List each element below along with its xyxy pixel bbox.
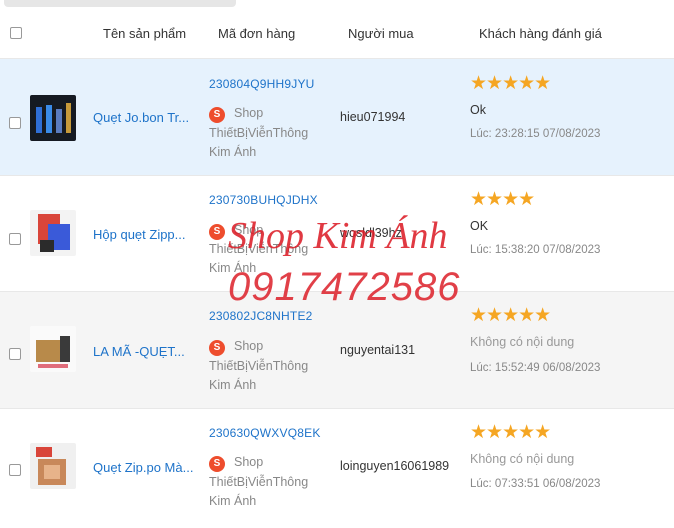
review-time: Lúc: 07:33:51 06/08/2023: [470, 478, 601, 490]
rating-stars: ★★★★★: [470, 73, 551, 94]
header-order-id: Mã đơn hàng: [218, 26, 296, 41]
shop-name-prefix: Shop: [234, 106, 264, 120]
product-thumbnail[interactable]: [30, 326, 76, 372]
rating-stars: ★★★★★: [470, 422, 551, 443]
shop-name-line: ThiếtBịViễnThông: [209, 475, 309, 489]
buyer-name: nguyentai131: [340, 343, 416, 357]
product-thumbnail[interactable]: [30, 210, 76, 256]
product-thumbnail[interactable]: [30, 95, 76, 141]
buyer-name: loinguyen16061989: [340, 459, 450, 473]
header-product-name: Tên sản phẩm: [103, 26, 187, 41]
select-all-checkbox[interactable]: [10, 27, 22, 39]
review-time: Lúc: 23:28:15 07/08/2023: [470, 128, 601, 140]
product-thumbnail[interactable]: [30, 443, 76, 489]
shop-bag-icon: S: [209, 340, 225, 356]
product-name-link[interactable]: Quẹt Zip.po Mà...: [93, 460, 193, 475]
shop-bag-icon: S: [209, 224, 225, 240]
table-header: Tên sản phẩm Mã đơn hàng Người mua Khách…: [0, 10, 674, 58]
review-comment: Không có nội dung: [470, 452, 575, 466]
product-name-link[interactable]: Hộp quẹt Zipp...: [93, 227, 186, 242]
shop-bag-icon: S: [209, 456, 225, 472]
product-image: [36, 447, 66, 485]
table-row[interactable]: LA MÃ -QUẸT... 230802JC8NHTE2 S Shop Thi…: [0, 291, 674, 408]
order-id-link[interactable]: 230730BUHQJDHX: [209, 193, 318, 207]
shop-name-line: ThiếtBịViễnThông: [209, 359, 309, 373]
product-image: [36, 336, 70, 368]
row-checkbox[interactable]: [9, 233, 21, 245]
buyer-name: wosldl39hz: [340, 226, 402, 240]
shop-name-line: Kim Ánh: [209, 145, 257, 159]
shop-name-line: Kim Ánh: [209, 378, 257, 392]
review-comment: OK: [470, 219, 489, 233]
shop-name-line: ThiếtBịViễnThông: [209, 126, 309, 140]
row-checkbox[interactable]: [9, 117, 21, 129]
order-id-link[interactable]: 230630QWXVQ8EK: [209, 426, 321, 440]
rating-stars: ★★★★: [470, 189, 535, 210]
order-id-link[interactable]: 230802JC8NHTE2: [209, 309, 313, 323]
table-row[interactable]: Quẹt Zip.po Mà... 230630QWXVQ8EK S Shop …: [0, 408, 674, 525]
order-id-link[interactable]: 230804Q9HH9JYU: [209, 77, 315, 91]
review-time: Lúc: 15:38:20 07/08/2023: [470, 244, 601, 256]
shop-name-prefix: Shop: [234, 455, 264, 469]
rating-stars: ★★★★★: [470, 305, 551, 326]
table-row[interactable]: Quẹt Jo.bon Tr... 230804Q9HH9JYU S Shop …: [0, 58, 674, 175]
review-comment: Không có nội dung: [470, 335, 575, 349]
toolbar-remnant: [4, 0, 236, 7]
buyer-name: hieu071994: [340, 110, 406, 124]
shop-name-line: Kim Ánh: [209, 261, 257, 275]
product-name-link[interactable]: LA MÃ -QUẸT...: [93, 344, 185, 359]
row-checkbox[interactable]: [9, 348, 21, 360]
shop-name-prefix: Shop: [234, 339, 264, 353]
row-checkbox[interactable]: [9, 464, 21, 476]
review-comment: Ok: [470, 103, 486, 117]
product-image: [38, 214, 70, 252]
product-name-link[interactable]: Quẹt Jo.bon Tr...: [93, 110, 189, 125]
shop-name-prefix: Shop: [234, 223, 264, 237]
shop-name-line: Kim Ánh: [209, 494, 257, 508]
table-row[interactable]: Hộp quẹt Zipp... 230730BUHQJDHX S Shop T…: [0, 175, 674, 291]
product-image: [36, 103, 71, 133]
header-buyer: Người mua: [348, 26, 414, 41]
review-time: Lúc: 15:52:49 06/08/2023: [470, 362, 601, 374]
shop-name-line: ThiếtBịViễnThông: [209, 242, 309, 256]
shop-bag-icon: S: [209, 107, 225, 123]
header-rating: Khách hàng đánh giá: [479, 26, 602, 41]
